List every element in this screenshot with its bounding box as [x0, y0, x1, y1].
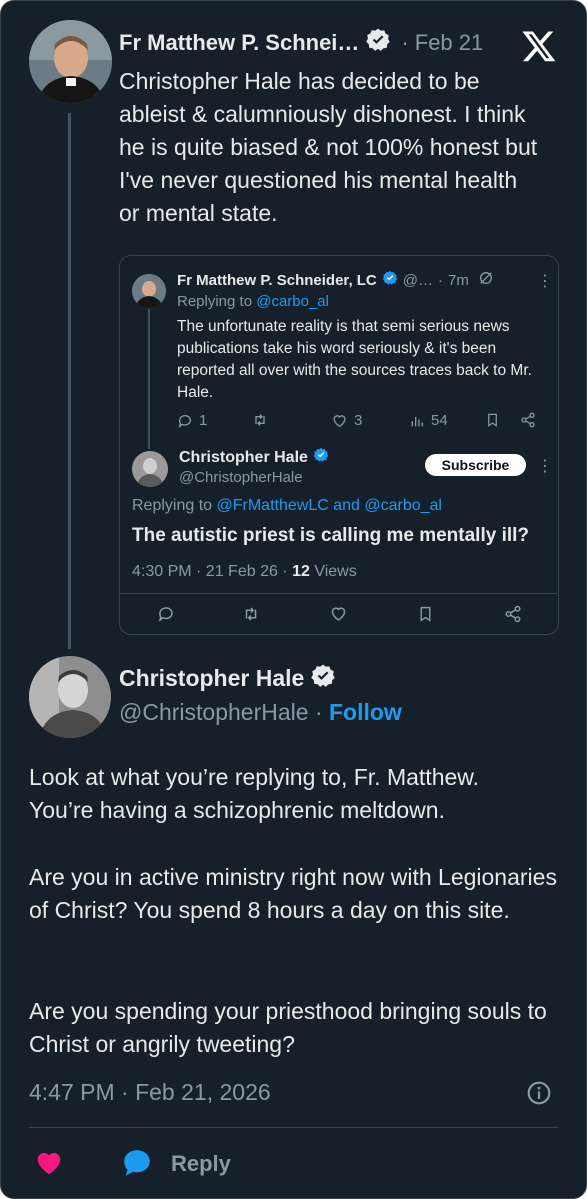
- retweet-icon: [255, 414, 265, 426]
- reply-paragraph-2: Are you in active ministry right now wit…: [29, 864, 557, 923]
- speech-bubble-icon[interactable]: [119, 1146, 155, 1185]
- subscribe-button[interactable]: Subscribe: [425, 454, 526, 476]
- reply-author-name[interactable]: Christopher Hale: [119, 665, 304, 692]
- reply-timestamp[interactable]: 4:47 PM · Feb 21, 2026: [29, 1079, 271, 1106]
- tweet-card: Fr Matthew P. Schnei… · Feb 21 Christoph…: [0, 0, 587, 1199]
- views-icon: [411, 416, 423, 426]
- reply-paragraph-3: Are you spending your priesthood bringin…: [29, 998, 547, 1057]
- quoted-views-stat[interactable]: 54: [409, 412, 448, 429]
- quoted-reply-reply-icon[interactable]: [157, 605, 175, 628]
- quoted-more-icon[interactable]: ⋮: [537, 271, 553, 291]
- quoted-reply-views-count: 12: [292, 563, 310, 580]
- quoted-reply-share-icon[interactable]: [504, 605, 522, 628]
- quoted-time[interactable]: 7m: [448, 272, 469, 289]
- quoted-time-separator: ·: [438, 271, 444, 289]
- x-logo-icon[interactable]: [520, 28, 558, 64]
- tweet-text: Christopher Hale has decided to be ablei…: [119, 68, 538, 226]
- reply-author-avatar[interactable]: [29, 656, 111, 738]
- quoted-reply-handle[interactable]: @ChristopherHale: [179, 469, 303, 486]
- quoted-thread-line: [148, 309, 150, 449]
- quoted-reply-divider: [120, 593, 558, 594]
- thread-line: [68, 113, 71, 649]
- quoted-replying-to-link[interactable]: @carbo_al: [256, 293, 329, 310]
- quoted-reply-avatar[interactable]: [132, 451, 168, 487]
- quoted-reply-views-label: Views: [314, 563, 357, 580]
- info-icon[interactable]: [526, 1080, 552, 1111]
- author-name[interactable]: Fr Matthew P. Schnei…: [119, 30, 359, 56]
- grok-icon[interactable]: [478, 270, 494, 290]
- quoted-reply-verified-badge-icon: [313, 447, 329, 468]
- quoted-like-stat[interactable]: 3: [331, 412, 362, 429]
- quoted-reply-replying-to-link[interactable]: @FrMatthewLC and @carbo_al: [217, 497, 442, 514]
- quoted-reply-more-icon[interactable]: ⋮: [537, 456, 553, 476]
- quoted-reply-text: The autistic priest is calling me mental…: [132, 525, 530, 546]
- quoted-views-count: 54: [431, 412, 448, 429]
- quoted-reply-bookmark-icon[interactable]: [417, 605, 434, 628]
- quoted-reply-timestamp[interactable]: 4:30 PM · 21 Feb 26 ·: [132, 563, 292, 580]
- quoted-bookmark-icon[interactable]: [485, 412, 500, 428]
- author-avatar[interactable]: [29, 20, 112, 103]
- footer-divider: [29, 1127, 559, 1128]
- quoted-reply-replying-label: Replying to: [132, 497, 213, 514]
- quoted-author-name[interactable]: Fr Matthew P. Schneider, LC: [177, 272, 377, 289]
- verified-badge-icon: [365, 27, 391, 58]
- heart-outline-icon: [333, 414, 346, 427]
- reply-verified-badge-icon: [310, 663, 336, 694]
- quoted-share-icon[interactable]: [520, 412, 536, 428]
- reply-paragraph-1: Look at what you’re replying to, Fr. Mat…: [29, 764, 480, 823]
- heart-icon[interactable]: [33, 1148, 65, 1183]
- tweet-date[interactable]: Feb 21: [415, 30, 484, 56]
- reply-icon: [178, 414, 191, 428]
- quoted-replying-label: Replying to: [177, 293, 253, 310]
- quoted-author-avatar[interactable]: [132, 274, 166, 308]
- quoted-text: The unfortunate reality is that semi ser…: [177, 318, 532, 401]
- reply-handle[interactable]: @ChristopherHale: [119, 699, 309, 725]
- quoted-reply-like-icon[interactable]: [329, 605, 348, 628]
- quoted-reply-stat[interactable]: 1: [177, 412, 207, 429]
- reply-button[interactable]: Reply: [171, 1151, 231, 1177]
- handle-separator: ·: [314, 699, 323, 725]
- quoted-verified-badge-icon: [382, 270, 398, 290]
- quoted-reply-author-name[interactable]: Christopher Hale: [179, 449, 308, 467]
- follow-button[interactable]: Follow: [329, 699, 402, 725]
- date-separator: ·: [401, 29, 409, 55]
- quoted-reply-count: 1: [199, 412, 208, 429]
- quoted-reply-retweet-icon[interactable]: [241, 605, 261, 628]
- quoted-handle[interactable]: @…: [403, 272, 433, 289]
- quoted-retweet-stat[interactable]: [251, 412, 269, 428]
- quoted-like-count: 3: [354, 412, 363, 429]
